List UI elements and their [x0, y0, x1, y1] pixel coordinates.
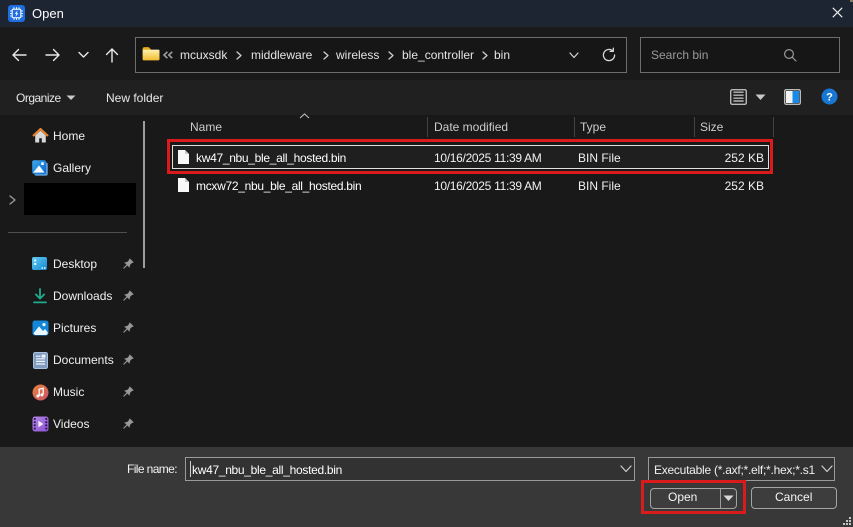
svg-text:?: ? — [826, 92, 833, 104]
